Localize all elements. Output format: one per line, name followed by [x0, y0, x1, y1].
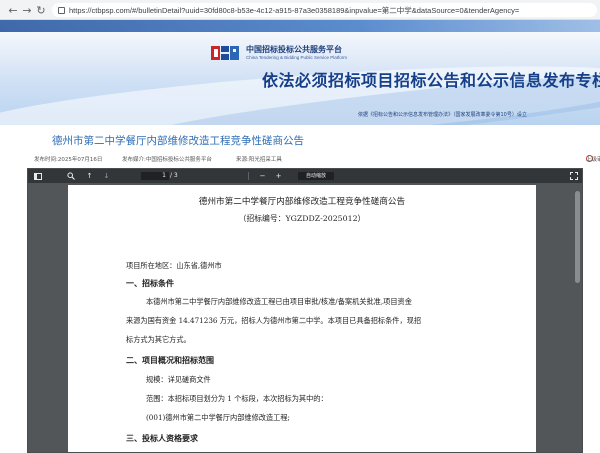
- fullscreen-icon[interactable]: [569, 171, 578, 181]
- publish-time: 发布时间:2025年07月16日: [34, 157, 103, 163]
- publish-media: 发布媒介:中国招标投标公共服务平台: [122, 157, 212, 163]
- pdf-viewer[interactable]: ↑ ↓ 1 / 3 − + 自动缩放 德州市第二中学餐厅内部维修改造工程竞争性磋…: [27, 168, 583, 453]
- next-page-icon[interactable]: ↓: [102, 171, 111, 181]
- address-bar[interactable]: https://ctbpsp.com/#/bulletinDetail?uuid…: [52, 3, 597, 17]
- url-text: https://ctbpsp.com/#/bulletinDetail?uuid…: [69, 5, 520, 15]
- doc-heading: 一、招标条件: [126, 279, 174, 288]
- doc-line: 来源为国有资金 14.471236 万元，招标人为德州市第二中学。本项目已具备招…: [126, 316, 422, 325]
- doc-line: 项目所在地区：山东省,德州市: [126, 261, 222, 270]
- reload-icon[interactable]: ↻: [32, 1, 50, 19]
- doc-line: 标方式为其它方式。: [126, 335, 191, 344]
- pdf-scrollbar[interactable]: [575, 191, 580, 283]
- banner-title: 依法必须招标项目招标公告和公示信息发布专栏: [262, 71, 600, 90]
- publish-source: 来源:阳光招采工具: [236, 157, 282, 163]
- site-info-icon[interactable]: [58, 6, 65, 14]
- doc-line: (001)德州市第二中学餐厅内部维修改造工程;: [146, 413, 290, 422]
- logo-english-text: China Tendering & Bidding Public Service…: [246, 55, 347, 60]
- doc-line: 本德州市第二中学餐厅内部维修改造工程已由项目审批/核准/备案机关批准,项目资金: [146, 297, 412, 306]
- search-icon[interactable]: [66, 171, 75, 181]
- document-number: （招标编号：YGZDDZ-2025012）: [238, 214, 366, 223]
- platform-logo-icon: [211, 46, 239, 60]
- zoom-in-icon[interactable]: +: [274, 171, 283, 181]
- page-title: 德州市第二中学餐厅内部维修改造工程竞争性磋商公告: [52, 135, 304, 147]
- pdf-toolbar: ↑ ↓ 1 / 3 − + 自动缩放: [28, 169, 582, 183]
- page-total: / 3: [170, 172, 178, 179]
- banner-note: 依据《招标公告和公示信息发布管理办法》（国家发展改革委令第10号）设立: [358, 112, 527, 118]
- document-title: 德州市第二中学餐厅内部维修改造工程竞争性磋商公告: [198, 197, 406, 207]
- browser-toolbar: ← → ↻ https://ctbpsp.com/#/bulletinDetai…: [0, 0, 600, 20]
- previous-page-icon[interactable]: ↑: [85, 171, 94, 181]
- sidebar-toggle-icon[interactable]: [33, 171, 42, 181]
- logo-text: 中国招标投标公共服务平台: [246, 45, 342, 54]
- banner-top-band: [0, 20, 600, 32]
- zoom-select[interactable]: 自动缩放: [298, 172, 334, 180]
- doc-line: 范围：本招标项目划分为 1 个标段，本次招标为其中的：: [146, 394, 328, 403]
- doc-line: 规模：详见磋商文件: [146, 375, 211, 384]
- toolbar-divider: [248, 172, 249, 180]
- header-banner: 中国招标投标公共服务平台 China Tendering & Bidding P…: [0, 20, 600, 125]
- page-number-input[interactable]: 1: [141, 172, 169, 180]
- zoom-out-icon[interactable]: −: [258, 171, 267, 181]
- doc-heading: 二、项目概况和招标范围: [126, 356, 214, 365]
- review-label: 上级审核: [586, 157, 600, 163]
- pdf-page: 德州市第二中学餐厅内部维修改造工程竞争性磋商公告 （招标编号：YGZDDZ-20…: [68, 185, 536, 452]
- bulletin-meta: 发布时间:2025年07月16日 发布媒介:中国招标投标公共服务平台 来源:阳光…: [34, 154, 600, 166]
- doc-heading: 三、投标人资格要求: [126, 434, 198, 443]
